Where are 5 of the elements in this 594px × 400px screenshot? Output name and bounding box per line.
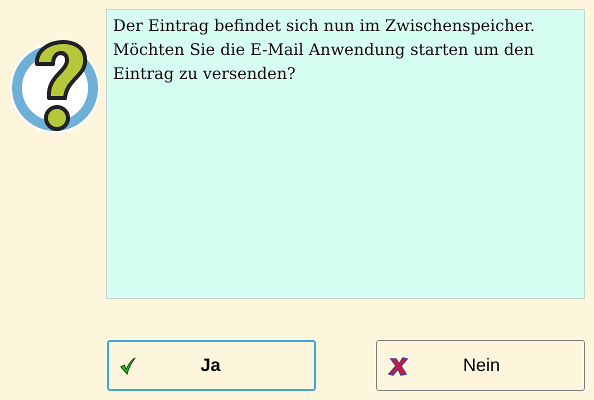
message-text: Der Eintrag befindet sich nun im Zwischenspeicher. Möchten Sie die E-Mail Anwendung starten um den Eintrag zu versenden?	[113, 16, 535, 83]
checkmark-icon	[119, 356, 137, 376]
dialog-button[interactable]: Ja	[107, 340, 316, 391]
dialog-button[interactable]: Nein	[376, 340, 585, 391]
cross-icon	[387, 354, 409, 376]
